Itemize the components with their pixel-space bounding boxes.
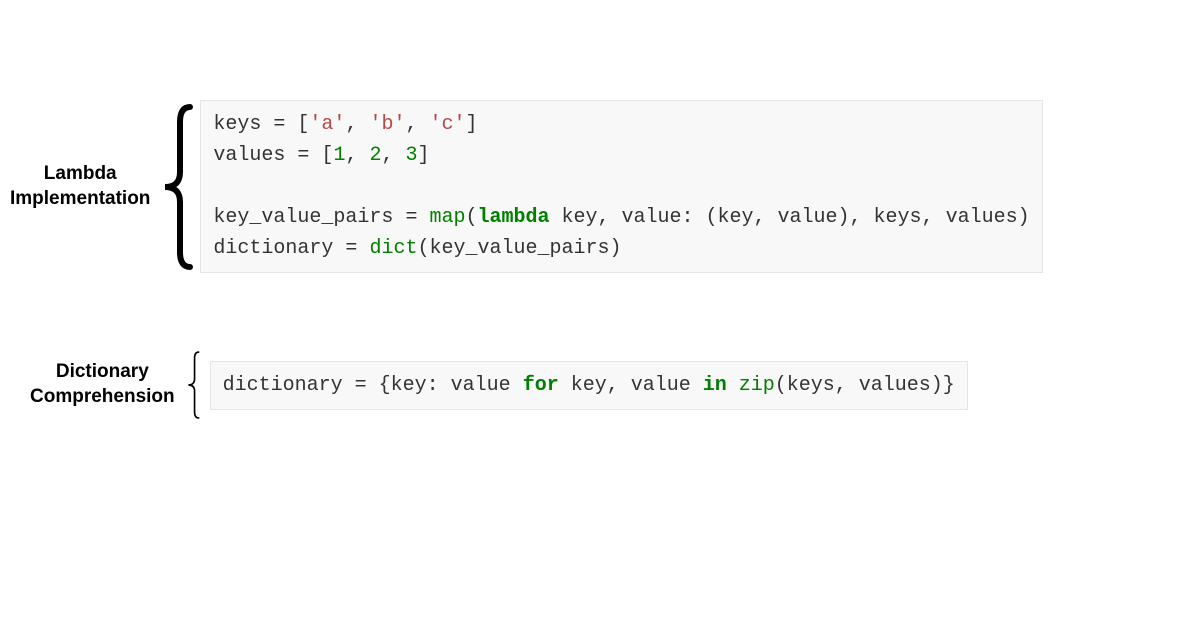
code-token: ( [465,206,477,229]
code-token: key, value [559,374,703,397]
lambda-code-block: keys = ['a', 'b', 'c'] values = [1, 2, 3… [200,100,1042,273]
code-token: lambda [477,206,549,229]
code-token: 'b' [369,113,405,136]
code-token: for [523,374,559,397]
code-token: in [703,374,727,397]
code-token: keys = [ [213,113,309,136]
code-token: 1 [333,144,345,167]
comprehension-label: Dictionary Comprehension [30,360,175,409]
code-token: 'c' [429,113,465,136]
code-token: key, value: (key, value), keys, values) [550,206,1030,229]
code-token: dict [369,237,417,260]
comprehension-code-block: dictionary = {key: value for key, value … [210,361,968,410]
code-token: key_value_pairs = [213,206,429,229]
code-token: ] [418,144,430,167]
comprehension-section: Dictionary Comprehension dictionary = {k… [30,350,968,420]
code-token [727,374,739,397]
lambda-section: Lambda Implementation keys = ['a', 'b', … [10,100,1043,273]
curly-brace-icon [175,350,210,420]
code-token: (key_value_pairs) [417,237,621,260]
code-token: , [381,144,405,167]
code-token: dictionary = {key: value [223,374,523,397]
code-token: map [429,206,465,229]
code-token: dictionary = [213,237,369,260]
code-token: , [345,113,369,136]
code-token: 'a' [309,113,345,136]
lambda-label: Lambda Implementation [10,162,150,211]
code-token: zip [739,374,775,397]
code-token: 3 [406,144,418,167]
code-token: 2 [369,144,381,167]
curly-brace-icon [150,102,200,272]
code-token: ] [466,113,478,136]
code-token: (keys, values)} [775,374,955,397]
code-token: , [405,113,429,136]
code-token: values = [ [213,144,333,167]
code-token: , [345,144,369,167]
